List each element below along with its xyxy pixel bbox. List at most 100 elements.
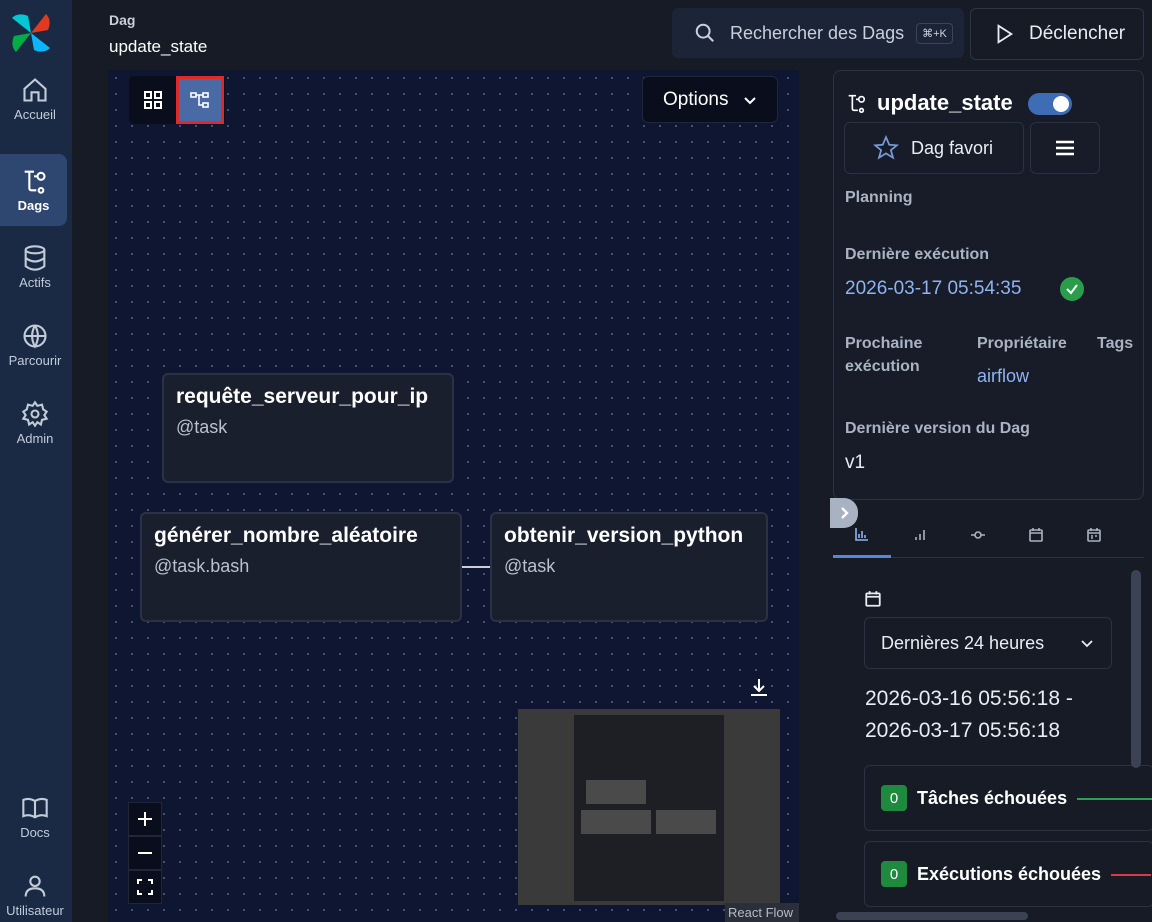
nav-label-dags: Dags (17, 198, 50, 213)
react-flow-attribution[interactable]: React Flow (725, 903, 799, 922)
horizontal-scrollbar[interactable] (836, 912, 1028, 920)
tab-schedule[interactable] (1065, 512, 1123, 558)
graph-view-button[interactable] (176, 76, 224, 124)
options-dropdown[interactable]: Options (642, 76, 778, 123)
zoom-out-button[interactable] (128, 836, 162, 870)
nav-item-admin[interactable]: Admin (0, 388, 70, 458)
task-node[interactable]: requête_serveur_pour_ip @task (162, 373, 454, 483)
nav-item-docs[interactable]: Docs (0, 782, 70, 852)
nav-label-assets: Actifs (19, 275, 51, 290)
nav-item-dags[interactable]: Dags (0, 154, 67, 226)
time-range-value: Dernières 24 heures (881, 632, 1045, 653)
failed-tasks-card[interactable]: 0 Tâches échouées (864, 765, 1152, 831)
favorite-button[interactable]: Dag favori (844, 122, 1024, 174)
trigger-button[interactable]: Déclencher (970, 8, 1144, 60)
calendar-days-icon (1087, 528, 1101, 542)
graph-icon (190, 92, 209, 108)
task-name: générer_nombre_aléatoire (154, 524, 418, 547)
breadcrumb-section: Dag (109, 12, 136, 28)
nav-label-user: Utilisateur (6, 903, 64, 918)
task-node[interactable]: générer_nombre_aléatoire @task.bash (140, 512, 462, 622)
time-range-text: 2026-03-16 05:56:18 - 2026-03-17 05:56:1… (865, 683, 1073, 747)
page-title: update_state (109, 37, 208, 56)
task-edge (462, 566, 491, 568)
failed-tasks-label: Tâches échouées (917, 787, 1068, 808)
minimap-node (586, 780, 646, 804)
hamburger-icon (1056, 140, 1074, 156)
trigger-label: Déclencher (1029, 23, 1126, 44)
vertical-scrollbar[interactable] (1131, 570, 1141, 768)
tab-calendar[interactable] (1007, 512, 1065, 558)
failed-runs-card[interactable]: 0 Exécutions échouées (864, 841, 1152, 907)
last-run-label: Dernière exécution (845, 246, 990, 263)
nav-item-browse[interactable]: Parcourir (0, 310, 70, 380)
view-toggle (129, 76, 225, 124)
app-root: Accueil Dags Actifs Parcourir Admin Docs… (0, 0, 1152, 922)
zoom-in-button[interactable] (128, 802, 162, 836)
play-icon (997, 24, 1014, 44)
bar-chart-icon (855, 527, 868, 541)
tab-commits[interactable] (949, 512, 1007, 558)
dag-title-text: update_state (877, 90, 1013, 115)
dag-icon (24, 170, 46, 194)
grid-icon (144, 91, 162, 109)
next-run-label-2: exécution (845, 358, 920, 375)
overview-tabs (833, 512, 1144, 558)
check-icon (1066, 284, 1078, 295)
toggle-knob (1053, 96, 1069, 112)
search-shortcut: ⌘+K (916, 22, 953, 44)
nav-item-user[interactable]: Utilisateur (0, 860, 70, 922)
user-icon (24, 875, 46, 897)
calendar-icon (865, 591, 881, 607)
star-icon (873, 135, 899, 160)
nav-item-assets[interactable]: Actifs (0, 232, 70, 302)
last-run-link[interactable]: 2026-03-17 05:54:35 (845, 278, 1021, 300)
tab-durations[interactable] (891, 512, 949, 558)
pause-toggle[interactable] (1028, 93, 1072, 115)
task-node[interactable]: obtenir_version_python @task (490, 512, 768, 622)
task-name: requête_serveur_pour_ip (176, 385, 429, 408)
version-label: Dernière version du Dag (845, 420, 1030, 437)
failed-runs-count: 0 (881, 861, 907, 887)
task-operator: @task.bash (154, 556, 250, 576)
minimap-node (581, 810, 651, 834)
calendar-icon (1029, 528, 1043, 542)
planning-label: Planning (845, 189, 913, 206)
globe-icon (23, 324, 47, 349)
nav-label-admin: Admin (16, 431, 54, 446)
next-run-label: Prochaine (845, 335, 923, 352)
task-operator: @task (176, 417, 228, 437)
dag-title: update_state (845, 90, 1013, 116)
plus-icon (138, 812, 152, 826)
failed-runs-label: Exécutions échouées (917, 863, 1102, 884)
failed-tasks-count: 0 (881, 785, 907, 811)
download-icon[interactable] (747, 676, 771, 700)
minimap[interactable] (518, 709, 780, 905)
favorite-label: Dag favori (911, 137, 994, 158)
failed-tasks-sparkline (1077, 798, 1152, 800)
tab-overview[interactable] (833, 512, 891, 558)
minus-icon (138, 852, 152, 854)
chevron-down-icon (1081, 640, 1093, 648)
nav-label-browse: Parcourir (8, 353, 62, 368)
airflow-logo-icon[interactable] (8, 10, 54, 56)
more-menu-button[interactable] (1030, 122, 1100, 174)
database-icon (24, 245, 46, 271)
fit-view-button[interactable] (128, 870, 162, 904)
success-check-icon (1060, 277, 1084, 301)
search-dags-button[interactable]: Rechercher des Dags ⌘+K (672, 8, 964, 58)
options-label: Options (663, 88, 729, 110)
range-start: 2026-03-16 05:56:18 - (865, 687, 1073, 710)
nav-item-home[interactable]: Accueil (0, 64, 70, 134)
time-range-select[interactable]: Dernières 24 heures (864, 617, 1112, 669)
tags-label: Tags (1097, 335, 1134, 352)
owner-link[interactable]: airflow (977, 366, 1029, 387)
task-operator: @task (504, 556, 556, 576)
home-icon (23, 78, 47, 102)
fit-view-icon (137, 879, 153, 895)
minimap-viewport (574, 715, 724, 901)
failed-runs-sparkline (1111, 874, 1151, 876)
dag-icon (848, 94, 866, 113)
grid-view-button[interactable] (129, 76, 177, 124)
task-name: obtenir_version_python (504, 524, 744, 547)
